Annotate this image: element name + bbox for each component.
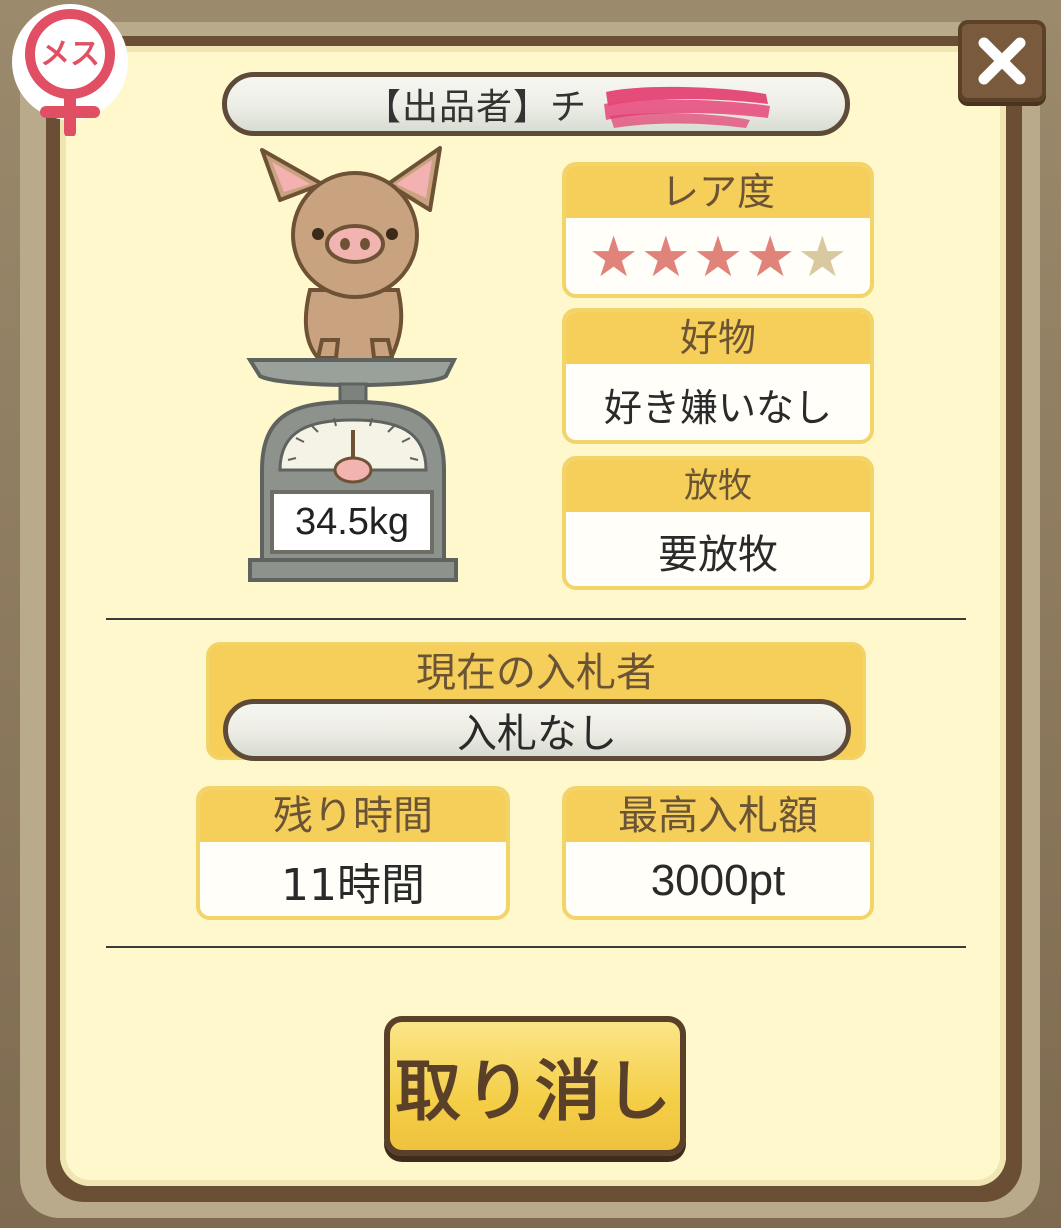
rarity-card: レア度 ★ ★ ★ ★ ★ [562,162,874,298]
current-bidder-title: 現在の入札者 [416,650,656,696]
star-filled-icon: ★ [640,225,691,290]
divider-top [106,618,966,620]
favorite-food-card: 好物 好き嫌いなし [562,308,874,444]
divider-bottom [106,946,966,948]
close-icon [978,37,1026,85]
time-left-title: 残り時間 [200,790,506,842]
grazing-card: 放牧 要放牧 [562,456,874,590]
current-bidder-card: 現在の入札者 入札なし [206,642,866,761]
favorite-food-title: 好物 [566,312,870,364]
favorite-food-value: 好き嫌いなし [603,385,832,430]
star-filled-icon: ★ [692,225,744,290]
grazing-title: 放牧 [566,460,870,512]
highest-bid-title: 最高入札額 [566,790,870,842]
rarity-stars: ★ ★ ★ ★ ★ [566,218,870,294]
star-filled-icon: ★ [745,225,796,290]
current-bidder-value: 入札なし [223,699,851,761]
time-left-value: 11時間 [281,860,425,911]
weight-display: 34.5kg [270,490,434,554]
grazing-value: 要放牧 [658,532,778,578]
cancel-bid-button[interactable]: 取り消し [384,1016,686,1156]
redaction-mark [604,86,770,128]
gender-badge-label: メス [40,37,100,72]
star-empty-icon: ★ [797,225,848,290]
time-left-card: 残り時間 11時間 [196,786,510,920]
female-badge-icon: メス [12,4,128,136]
seller-label: 【出品者】チ [364,87,587,128]
highest-bid-value: 3000pt [650,856,786,905]
highest-bid-card: 最高入札額 3000pt [562,786,874,920]
close-button[interactable] [958,20,1046,102]
star-filled-icon: ★ [588,225,639,290]
rarity-title: レア度 [566,166,870,218]
